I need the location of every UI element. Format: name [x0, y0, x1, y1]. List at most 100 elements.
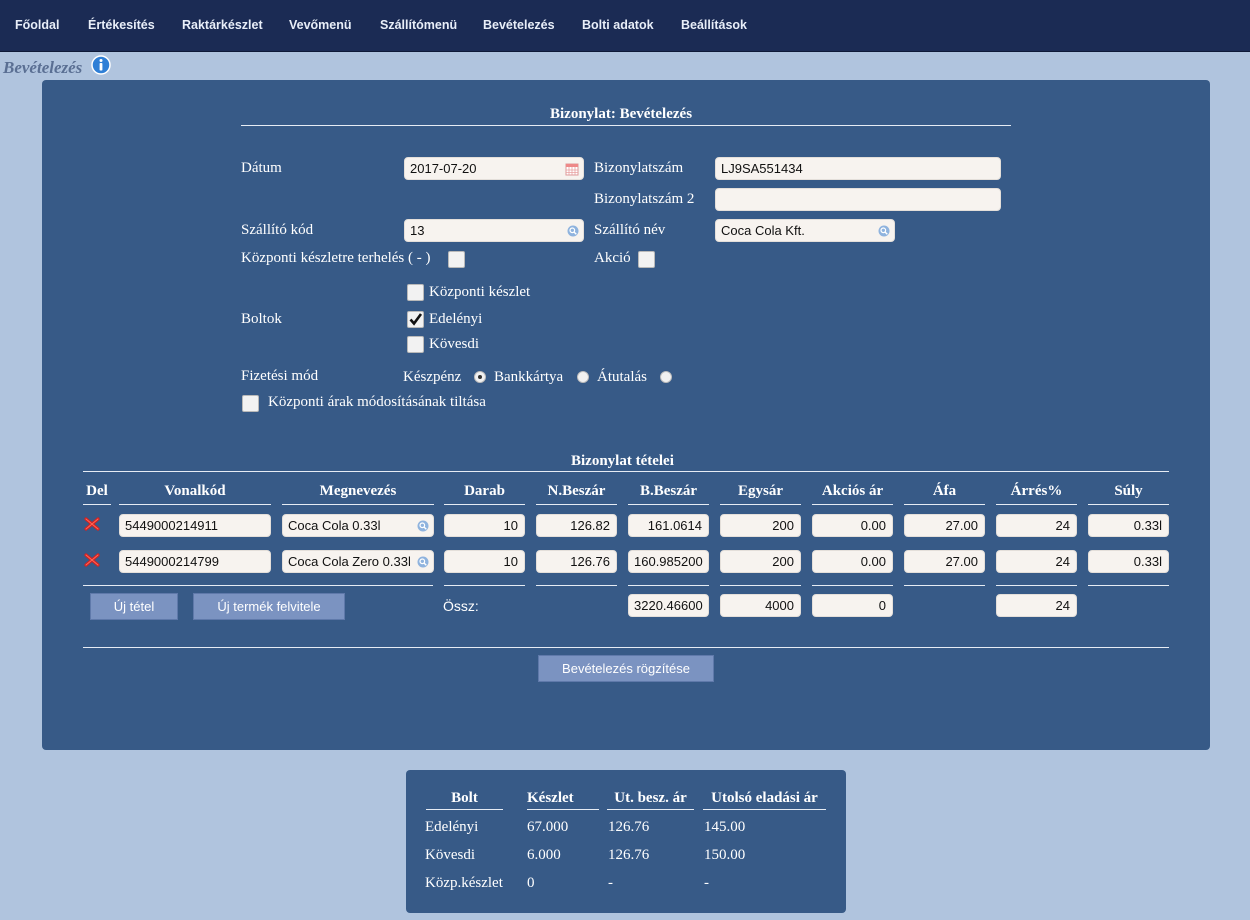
promo-checkbox[interactable] — [638, 251, 655, 268]
date-value: 2017-07-20 — [410, 161, 477, 176]
receipt-panel: Bizonylat: Bevételezés Dátum 2017-07-20 … — [42, 80, 1210, 750]
row2-weight-input[interactable]: 0.33l — [1088, 550, 1169, 573]
row1-qty-input[interactable]: 10 — [444, 514, 525, 537]
shop-checkbox-central[interactable] — [407, 284, 424, 301]
nav-vevomenu[interactable]: Vevőmenü — [289, 18, 352, 32]
price-lock-label: Központi árak módosításának tiltása — [268, 394, 486, 410]
footer-divider — [536, 585, 617, 586]
row1-net-price-input[interactable]: 126.82 — [536, 514, 617, 537]
row2-qty-input[interactable]: 10 — [444, 550, 525, 573]
doc-number-label: Bizonylatszám — [594, 160, 684, 176]
info-icon[interactable] — [91, 55, 111, 75]
footer-divider — [904, 585, 985, 586]
summary-cell: - — [608, 875, 613, 891]
new-item-button[interactable]: Új tétel — [90, 593, 178, 620]
col-header-unit-price: Egysár — [720, 483, 801, 505]
payment-radio-card[interactable] — [577, 371, 589, 383]
footer-divider — [1088, 585, 1169, 586]
summary-cell: 126.76 — [608, 847, 650, 863]
items-heading: Bizonylat tételei — [571, 453, 674, 469]
nav-szallitomenu[interactable]: Szállítómenü — [380, 18, 457, 32]
stock-summary-panel: Bolt Készlet Ut. besz. ár Utolsó eladási… — [406, 770, 846, 913]
central-charge-label: Központi készletre terhelés ( - ) — [241, 250, 431, 266]
date-input[interactable]: 2017-07-20 — [404, 157, 584, 180]
heading-divider — [241, 125, 1011, 126]
row1-vat-input[interactable]: 27.00 — [904, 514, 985, 537]
row1-barcode-input[interactable]: 5449000214911 — [119, 514, 271, 537]
nav-beallitasok[interactable]: Beállítások — [681, 18, 747, 32]
nav-raktarkeszlet[interactable]: Raktárkészlet — [182, 18, 263, 32]
summary-cell: - — [704, 875, 709, 891]
shops-label: Boltok — [241, 311, 282, 327]
summary-cell: 150.00 — [704, 847, 746, 863]
shop-label-edelenyi: Edelényi — [429, 311, 483, 327]
nav-bolti-adatok[interactable]: Bolti adatok — [582, 18, 654, 32]
col-header-weight: Súly — [1088, 483, 1169, 505]
row1-margin-input[interactable]: 24 — [996, 514, 1077, 537]
supplier-name-value: Coca Cola Kft. — [721, 223, 805, 238]
row2-net-price-input[interactable]: 126.76 — [536, 550, 617, 573]
search-icon[interactable] — [417, 556, 429, 568]
row2-gross-price-input[interactable]: 160.985200 — [628, 550, 709, 573]
row1-promo-price-input[interactable]: 0.00 — [812, 514, 893, 537]
calendar-icon[interactable] — [565, 162, 579, 176]
nav-bevetelezes[interactable]: Bevételezés — [483, 18, 555, 32]
row2-vat-input[interactable]: 27.00 — [904, 550, 985, 573]
row2-margin-input[interactable]: 24 — [996, 550, 1077, 573]
footer-divider — [444, 585, 525, 586]
central-charge-checkbox[interactable] — [448, 251, 465, 268]
summary-cell: 67.000 — [527, 819, 569, 835]
summary-cell: 145.00 — [704, 819, 746, 835]
summary-cell: 0 — [527, 875, 535, 891]
save-receipt-button[interactable]: Bevételezés rögzítése — [538, 655, 714, 682]
row1-name-value: Coca Cola 0.33l — [288, 518, 381, 533]
col-header-gross-price: B.Beszár — [628, 483, 709, 505]
row2-barcode-input[interactable]: 5449000214799 — [119, 550, 271, 573]
items-heading-divider — [83, 471, 1169, 472]
page-title: Bevételezés — [3, 58, 83, 77]
total-margin: 24 — [996, 594, 1077, 617]
row2-name-value: Coca Cola Zero 0.33l — [288, 554, 411, 569]
col-header-barcode: Vonalkód — [119, 483, 271, 505]
footer-divider — [83, 585, 433, 586]
row1-weight-input[interactable]: 0.33l — [1088, 514, 1169, 537]
doc-number2-input[interactable] — [715, 188, 1001, 211]
payment-radio-transfer[interactable] — [660, 371, 672, 383]
total-unit-price: 4000 — [720, 594, 801, 617]
payment-option-cash-label: Készpénz — [403, 369, 462, 385]
summary-cell: 6.000 — [527, 847, 561, 863]
new-product-button[interactable]: Új termék felvitele — [193, 593, 345, 620]
price-lock-checkbox[interactable] — [242, 395, 259, 412]
search-icon[interactable] — [417, 520, 429, 532]
row2-unit-price-input[interactable]: 200 — [720, 550, 801, 573]
footer-divider — [812, 585, 893, 586]
bottom-divider — [83, 647, 1169, 648]
row1-name-input[interactable]: Coca Cola 0.33l — [282, 514, 434, 537]
total-label: Össz: — [443, 598, 479, 614]
row1-unit-price-input[interactable]: 200 — [720, 514, 801, 537]
row2-promo-price-input[interactable]: 0.00 — [812, 550, 893, 573]
payment-radio-cash[interactable] — [474, 371, 486, 383]
col-header-vat: Áfa — [904, 483, 985, 505]
total-promo-price: 0 — [812, 594, 893, 617]
row2-name-input[interactable]: Coca Cola Zero 0.33l — [282, 550, 434, 573]
col-header-margin: Árrés% — [996, 483, 1077, 505]
total-gross-price: 3220.46600 — [628, 594, 709, 617]
delete-icon[interactable] — [84, 516, 100, 532]
doc-number2-label: Bizonylatszám 2 — [594, 191, 695, 207]
search-icon[interactable] — [567, 225, 579, 237]
shop-checkbox-kovesdi[interactable] — [407, 336, 424, 353]
supplier-code-input[interactable]: 13 — [404, 219, 584, 242]
form-heading: Bizonylat: Bevételezés — [550, 106, 693, 122]
search-icon[interactable] — [878, 225, 890, 237]
summary-header-shop: Bolt — [426, 790, 503, 810]
row1-gross-price-input[interactable]: 161.0614 — [628, 514, 709, 537]
doc-number-input[interactable]: LJ9SA551434 — [715, 157, 1001, 180]
supplier-name-input[interactable]: Coca Cola Kft. — [715, 219, 895, 242]
top-navigation: Főoldal Értékesítés Raktárkészlet Vevőme… — [0, 0, 1250, 52]
shop-checkbox-edelenyi[interactable] — [407, 311, 424, 328]
delete-icon[interactable] — [84, 552, 100, 568]
nav-fooldal[interactable]: Főoldal — [15, 18, 59, 32]
nav-ertekesites[interactable]: Értékesítés — [88, 18, 155, 32]
summary-cell: Edelényi — [425, 819, 479, 835]
